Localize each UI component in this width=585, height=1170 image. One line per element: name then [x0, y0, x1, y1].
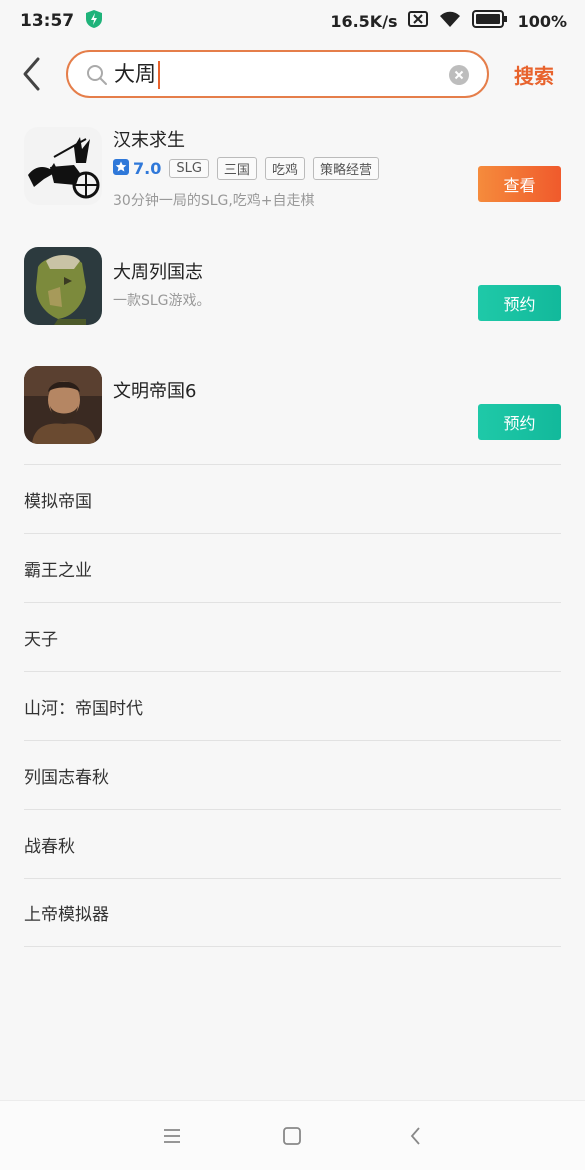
game-meta: 7.0 SLG 三国 吃鸡 策略经营 — [113, 157, 379, 180]
status-bar: 13:57 16.5K/s 100% — [0, 0, 585, 42]
suggestion-item[interactable]: 天子 — [24, 602, 561, 671]
text-caret — [158, 61, 160, 89]
suggestion-list: 模拟帝国 霸王之业 天子 山河：帝国时代 列国志春秋 战春秋 上帝模拟器 — [24, 464, 561, 947]
suggestion-item[interactable]: 列国志春秋 — [24, 740, 561, 809]
game-rating: 7.0 — [113, 158, 162, 179]
game-title: 汉末求生 — [113, 130, 185, 151]
network-speed: 16.5K/s — [330, 11, 398, 31]
game-icon-chariot — [24, 127, 102, 205]
game-tag: 策略经营 — [312, 157, 379, 180]
star-badge-icon — [113, 158, 129, 179]
game-desc: 一款SLG游戏。 — [113, 293, 211, 309]
suggestion-item[interactable]: 山河：帝国时代 — [24, 671, 561, 740]
battery-level: 100% — [517, 11, 567, 31]
game-desc: 30分钟一局的SLG,吃鸡+自走棋 — [113, 193, 315, 209]
reserve-button[interactable]: 预约 — [478, 404, 561, 440]
search-button[interactable]: 搜索 — [514, 60, 554, 89]
suggestion-item[interactable]: 模拟帝国 — [24, 464, 561, 533]
back-nav-icon[interactable] — [405, 1125, 427, 1147]
search-row: 大周 搜索 — [0, 50, 585, 98]
menu-icon[interactable] — [161, 1125, 183, 1147]
suggestion-item[interactable]: 霸王之业 — [24, 533, 561, 602]
battery-icon — [471, 10, 508, 32]
game-tag: 三国 — [216, 157, 257, 180]
game-title: 文明帝国6 — [113, 381, 197, 402]
game-tag: 吃鸡 — [264, 157, 305, 180]
view-button[interactable]: 查看 — [478, 166, 561, 202]
game-item[interactable]: 汉末求生 7.0 SLG 三国 吃鸡 策略经营 30分钟一局的SLG,吃鸡+自走… — [0, 118, 585, 228]
home-icon[interactable] — [281, 1125, 303, 1147]
suggestion-item[interactable]: 上帝模拟器 — [24, 878, 561, 947]
reserve-button[interactable]: 预约 — [478, 285, 561, 321]
shield-icon — [86, 10, 103, 32]
wifi-icon — [438, 10, 462, 32]
game-item[interactable]: 大周列国志 一款SLG游戏。 预约 — [0, 238, 585, 348]
navigation-bar — [0, 1100, 585, 1170]
rating-value: 7.0 — [133, 159, 162, 178]
game-icon-leader — [24, 366, 102, 444]
search-box[interactable]: 大周 — [66, 50, 489, 98]
game-icon-mask — [24, 247, 102, 325]
search-query: 大周 — [114, 62, 156, 86]
search-icon — [86, 64, 108, 86]
game-title: 大周列国志 — [113, 262, 203, 283]
sim-off-icon — [407, 11, 428, 31]
search-input[interactable]: 大周 — [114, 58, 160, 90]
suggestion-item[interactable]: 战春秋 — [24, 809, 561, 878]
game-item[interactable]: 文明帝国6 预约 — [0, 357, 585, 467]
game-tag: SLG — [169, 159, 209, 178]
back-button[interactable] — [18, 56, 46, 92]
status-time: 13:57 — [20, 11, 75, 31]
clear-icon[interactable] — [449, 65, 469, 85]
